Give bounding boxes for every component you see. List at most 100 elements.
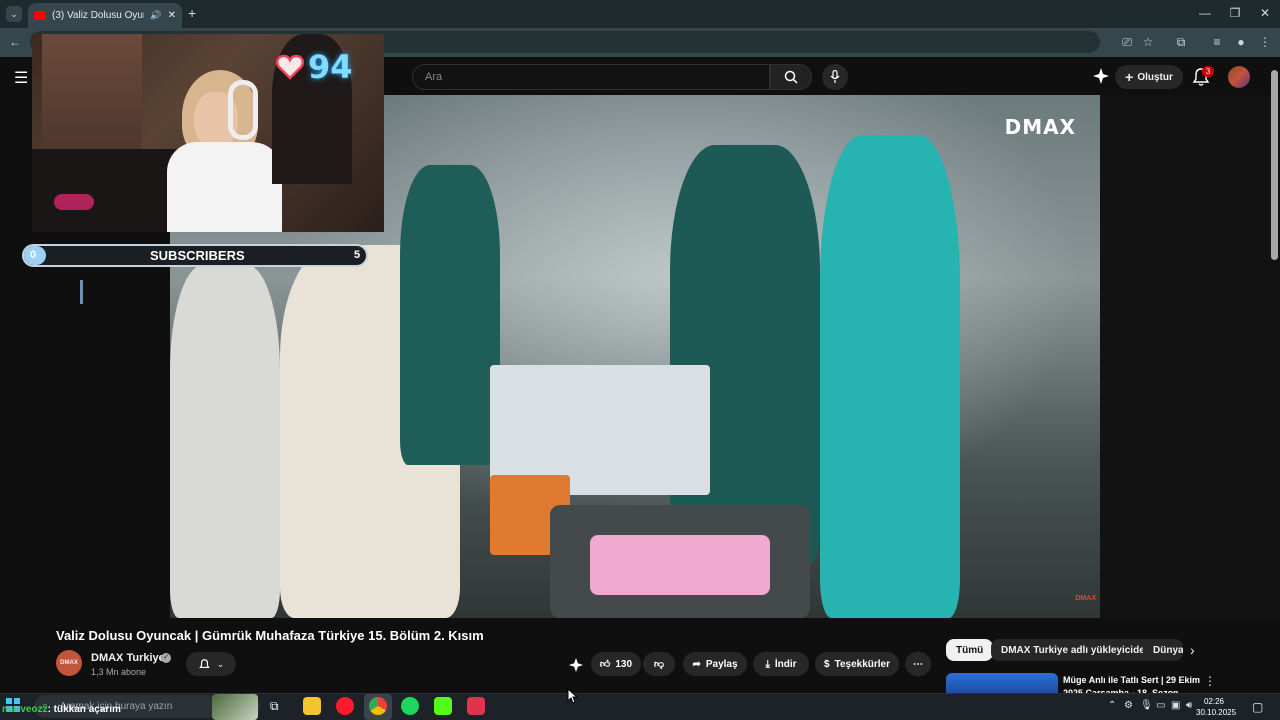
thanks-button[interactable]: $ Teşekkürler	[815, 652, 899, 676]
cast-icon[interactable]: ⎚	[1118, 33, 1136, 51]
extensions-icon[interactable]: ⧉	[1172, 33, 1190, 51]
notification-center-icon[interactable]: ▢	[1252, 700, 1263, 714]
notification-badge: 3	[1202, 66, 1214, 77]
network-icon[interactable]: ▣	[1171, 700, 1180, 711]
page-scrollbar[interactable]	[1271, 70, 1278, 260]
subscriber-goal-label: SUBSCRIBERS	[150, 248, 245, 263]
browser-tab-active[interactable]: (3) Valiz Dolusu Oyuncak | G 🔊 ✕	[28, 3, 182, 28]
speaker-icon[interactable]: 🔊	[150, 10, 161, 21]
media-icon[interactable]: ≡	[1208, 33, 1226, 51]
taskbar-search-highlight-image	[212, 694, 258, 720]
microphone-tray-icon[interactable]: 🎙︎	[1140, 700, 1153, 711]
chip-uploader[interactable]: DMAX Turkiye adlı yükleyiciden	[991, 639, 1161, 661]
tray-expand-icon[interactable]: ⌃	[1108, 700, 1116, 711]
download-icon: ⤓	[765, 658, 770, 670]
taskbar-clock[interactable]: 02:26 30.10.2025	[1196, 696, 1237, 718]
hamburger-menu-icon[interactable]: ☰	[14, 68, 34, 88]
more-actions-button[interactable]: ⋯	[905, 652, 931, 676]
video-traveler	[820, 135, 960, 618]
spotify-icon[interactable]	[401, 697, 419, 715]
thumbs-up-icon: 👍︎	[599, 659, 611, 670]
channel-avatar[interactable]: DMAX	[56, 650, 82, 676]
premium-sparkle-icon[interactable]	[1092, 67, 1110, 85]
subscriber-goal-current: 0	[30, 249, 37, 261]
webcam-mouse-light	[54, 194, 94, 210]
kick-app-icon[interactable]	[434, 697, 452, 715]
verified-check-icon: ✓	[161, 653, 171, 663]
restore-icon[interactable]: ❐	[1220, 4, 1250, 22]
video-officer-2	[670, 145, 820, 565]
download-button[interactable]: ⤓ İndir	[753, 652, 809, 676]
file-explorer-icon[interactable]	[303, 697, 321, 715]
heart-icon	[276, 54, 304, 80]
sparkle-action-icon[interactable]	[568, 657, 584, 673]
share-label: Paylaş	[705, 658, 738, 670]
chip-world[interactable]: Dünya	[1143, 639, 1183, 661]
video-officer-1	[400, 165, 500, 465]
channel-name[interactable]: DMAX Turkiye	[91, 652, 165, 664]
webcam-desk	[32, 149, 182, 232]
search-button[interactable]	[770, 64, 812, 90]
bookmark-star-icon[interactable]: ☆	[1139, 33, 1157, 51]
tab-title: (3) Valiz Dolusu Oyuncak | G	[52, 10, 144, 21]
minimize-icon[interactable]: —	[1190, 4, 1220, 22]
account-avatar[interactable]	[1228, 66, 1250, 88]
youtube-favicon-icon	[34, 11, 46, 20]
super-thanks-icon: $	[824, 658, 830, 670]
chat-message-overlay: merveozz: tükkan açarım	[2, 704, 121, 715]
create-button[interactable]: + Oluştur	[1115, 65, 1183, 89]
overlay-marker	[80, 280, 83, 304]
tray-app-icon[interactable]: ⚙	[1124, 700, 1133, 711]
video-person-left	[170, 265, 280, 618]
search-icon	[784, 70, 798, 84]
like-count: 130	[615, 658, 633, 670]
video-suitcase	[550, 505, 810, 618]
chat-text: : tükkan açarım	[47, 704, 121, 715]
streaming-app-icon[interactable]	[467, 697, 485, 715]
dislike-button[interactable]: 👎︎	[643, 652, 675, 676]
clock-date: 30.10.2025	[1196, 708, 1237, 717]
chip-all[interactable]: Tümü	[946, 639, 994, 661]
share-button[interactable]: ➦ Paylaş	[683, 652, 747, 676]
browser-menu-icon[interactable]: ⋮	[1256, 33, 1274, 51]
profile-icon[interactable]: ●	[1232, 33, 1250, 51]
back-icon[interactable]: ←	[6, 33, 24, 51]
thanks-label: Teşekkürler	[834, 658, 890, 670]
video-title: Valiz Dolusu Oyuncak | Gümrük Muhafaza T…	[56, 628, 484, 643]
thumbs-down-icon: 👎︎	[653, 659, 665, 670]
task-view-icon[interactable]: ⧉	[270, 699, 279, 714]
display-tray-icon[interactable]: ▭	[1156, 700, 1165, 711]
channel-subscriber-count: 1,3 Mn abone	[91, 667, 147, 677]
microphone-icon	[830, 70, 840, 83]
webcam-headphones	[228, 80, 258, 140]
share-icon: ➦	[692, 658, 701, 670]
webcam-streamer-shirt	[167, 142, 282, 232]
chips-next-icon[interactable]: ›	[1190, 642, 1195, 658]
new-tab-button[interactable]: +	[188, 5, 196, 21]
tab-close-icon[interactable]: ✕	[168, 10, 176, 21]
opera-icon[interactable]	[336, 697, 354, 715]
bell-icon	[198, 658, 210, 668]
clock-time: 02:26	[1203, 697, 1225, 706]
volume-icon[interactable]: 🔊︎	[1186, 700, 1192, 711]
heart-counter: 94	[276, 48, 353, 86]
related-more-icon[interactable]: ⋮	[1204, 674, 1216, 688]
chevron-down-icon: ⌄	[216, 658, 225, 669]
download-label: İndir	[774, 658, 797, 670]
player-right-margin	[1100, 95, 1280, 618]
dmax-corner-logo: DMAX	[1075, 595, 1096, 602]
close-window-icon[interactable]: ✕	[1250, 4, 1280, 22]
chrome-icon[interactable]	[369, 697, 387, 715]
tab-search-button[interactable]: ⌄	[6, 6, 22, 22]
subscription-bell-button[interactable]: ⌄	[186, 652, 236, 676]
like-button[interactable]: 👍︎ 130	[591, 652, 641, 676]
subscriber-goal-target: 5	[354, 249, 361, 261]
more-horizontal-icon: ⋯	[913, 658, 923, 670]
search-input[interactable]: Ara	[412, 64, 770, 90]
heart-count: 94	[308, 48, 353, 86]
plus-icon: +	[1125, 69, 1134, 85]
voice-search-button[interactable]	[822, 64, 848, 90]
video-pink-toy	[590, 535, 770, 595]
mouse-cursor-icon	[567, 688, 579, 704]
dmax-watermark: DMAX	[1004, 115, 1076, 139]
